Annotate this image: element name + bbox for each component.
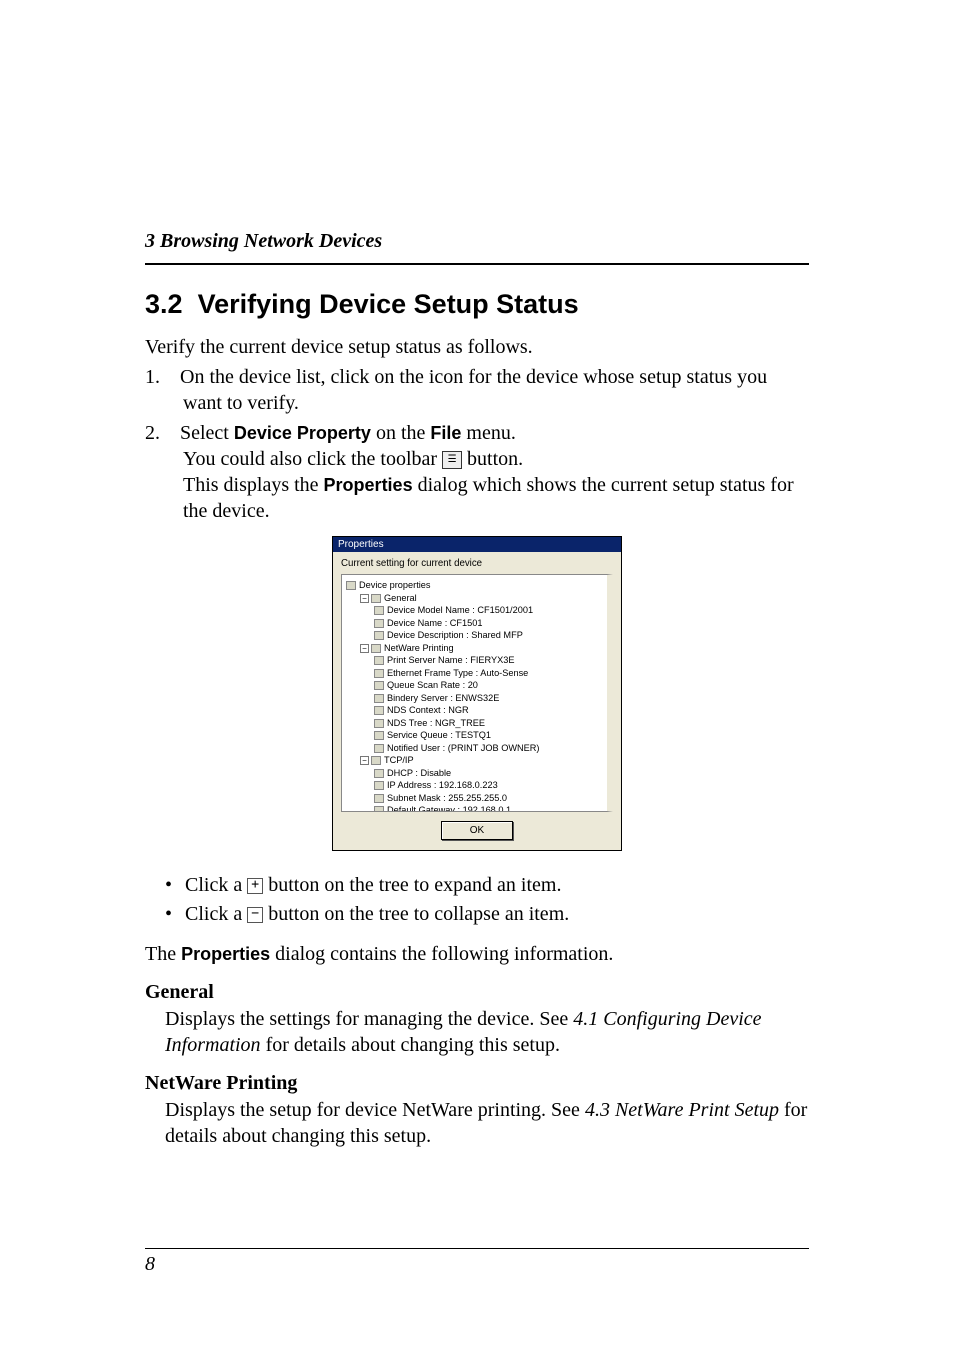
bullet-collapse: Click a − button on the tree to collapse… bbox=[145, 900, 809, 929]
n-icon bbox=[371, 644, 381, 653]
tree-item[interactable]: Default Gateway : 192.168.0.1 bbox=[374, 804, 605, 812]
box-icon bbox=[374, 769, 384, 778]
doc-icon bbox=[346, 581, 356, 590]
collapse-icon[interactable]: − bbox=[360, 756, 369, 765]
tag-icon bbox=[374, 631, 384, 640]
page-number: 8 bbox=[145, 1248, 809, 1276]
menu-item: Device Property bbox=[234, 423, 371, 443]
folder-icon bbox=[371, 594, 381, 603]
tree-root[interactable]: Device properties −General Device Model … bbox=[346, 579, 605, 812]
server-icon bbox=[374, 694, 384, 703]
tree-panel[interactable]: Device properties −General Device Model … bbox=[341, 574, 613, 812]
menu-name: File bbox=[430, 423, 461, 443]
general-heading: General bbox=[145, 981, 809, 1004]
card-icon bbox=[374, 669, 384, 678]
netware-heading: NetWare Printing bbox=[145, 1072, 809, 1095]
dialog-caption: Current setting for current device bbox=[333, 552, 621, 571]
clock-icon bbox=[374, 681, 384, 690]
tree-item[interactable]: Bindery Server : ENWS32E bbox=[374, 692, 605, 705]
general-body: Displays the settings for managing the d… bbox=[165, 1006, 809, 1058]
globe-icon bbox=[371, 756, 381, 765]
step-number: 2. bbox=[145, 422, 160, 444]
toolbar-properties-icon: ☰ bbox=[442, 451, 462, 469]
tree-item[interactable]: NDS Tree : NGR_TREE bbox=[374, 717, 605, 730]
tree-icon-leaf bbox=[374, 719, 384, 728]
tree-item[interactable]: Service Queue : TESTQ1 bbox=[374, 729, 605, 742]
section-title: 3.2 Verifying Device Setup Status bbox=[145, 289, 809, 320]
xref-netware: 4.3 NetWare Print Setup bbox=[585, 1099, 779, 1121]
tree-item[interactable]: Device Model Name : CF1501/2001 bbox=[374, 604, 605, 617]
minus-icon: − bbox=[247, 907, 263, 923]
dialog-name: Properties bbox=[181, 944, 270, 964]
tree-item[interactable]: Queue Scan Rate : 20 bbox=[374, 679, 605, 692]
printer-icon bbox=[374, 656, 384, 665]
step-text: On the device list, click on the icon fo… bbox=[180, 366, 767, 414]
tree-tcpip[interactable]: −TCP/IP DHCP : Disable IP Address : 192.… bbox=[360, 754, 605, 812]
monitor-icon bbox=[374, 606, 384, 615]
user-icon bbox=[374, 744, 384, 753]
collapse-icon[interactable]: − bbox=[360, 644, 369, 653]
info-line: The Properties dialog contains the follo… bbox=[145, 941, 809, 967]
tree-item[interactable]: Notified User : (PRINT JOB OWNER) bbox=[374, 742, 605, 755]
step-text: Select bbox=[180, 422, 234, 444]
collapse-icon[interactable]: − bbox=[360, 594, 369, 603]
tree-item[interactable]: IP Address : 192.168.0.223 bbox=[374, 779, 605, 792]
bullet-expand: Click a + button on the tree to expand a… bbox=[145, 871, 809, 900]
tree-item[interactable]: Device Description : Shared MFP bbox=[374, 629, 605, 642]
tree-item[interactable]: NDS Context : NGR bbox=[374, 704, 605, 717]
step-number: 1. bbox=[145, 366, 160, 388]
dialog-titlebar: Properties bbox=[333, 537, 621, 552]
step-1: 1. On the device list, click on the icon… bbox=[145, 364, 809, 416]
tree-item[interactable]: Subnet Mask : 255.255.255.0 bbox=[374, 792, 605, 805]
box-icon bbox=[374, 794, 384, 803]
tag-icon bbox=[374, 619, 384, 628]
tree-general[interactable]: −General Device Model Name : CF1501/2001… bbox=[360, 592, 605, 642]
tree-icon-leaf bbox=[374, 706, 384, 715]
tree-item[interactable]: DHCP : Disable bbox=[374, 767, 605, 780]
tree-netware[interactable]: −NetWare Printing Print Server Name : FI… bbox=[360, 642, 605, 755]
box-icon bbox=[374, 781, 384, 790]
route-icon bbox=[374, 806, 384, 812]
ok-button[interactable]: OK bbox=[441, 821, 513, 840]
step-2: 2. Select Device Property on the File me… bbox=[145, 420, 809, 524]
header-rule bbox=[145, 263, 809, 265]
plus-icon: + bbox=[247, 878, 263, 894]
section-number: 3.2 bbox=[145, 289, 183, 319]
running-header: 3 Browsing Network Devices bbox=[145, 230, 809, 253]
netware-body: Displays the setup for device NetWare pr… bbox=[165, 1097, 809, 1149]
queue-icon bbox=[374, 731, 384, 740]
section-heading: Verifying Device Setup Status bbox=[198, 289, 579, 319]
tree-item[interactable]: Print Server Name : FIERYX3E bbox=[374, 654, 605, 667]
tree-item[interactable]: Device Name : CF1501 bbox=[374, 617, 605, 630]
intro-text: Verify the current device setup status a… bbox=[145, 334, 809, 360]
tree-item[interactable]: Ethernet Frame Type : Auto-Sense bbox=[374, 667, 605, 680]
properties-dialog-screenshot: Properties Current setting for current d… bbox=[145, 536, 809, 851]
dialog-name: Properties bbox=[324, 475, 413, 495]
